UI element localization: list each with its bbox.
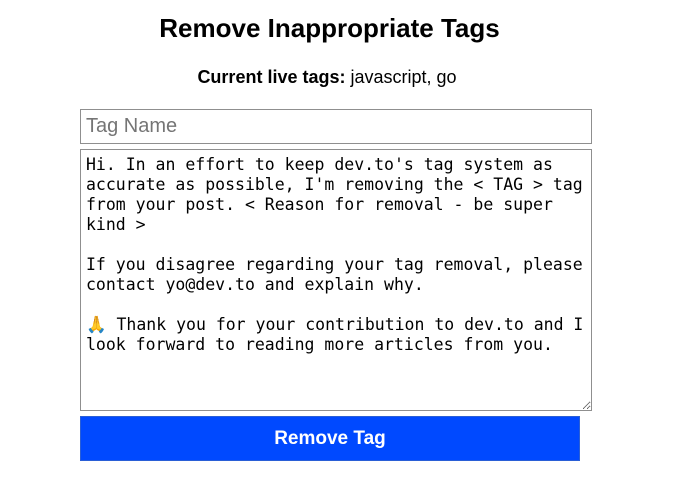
live-tags-label: Current live tags:: [197, 67, 346, 87]
removal-message-textarea[interactable]: Hi. In an effort to keep dev.to's tag sy…: [80, 149, 592, 411]
tag-name-input[interactable]: [80, 109, 592, 144]
remove-tag-button[interactable]: Remove Tag: [80, 416, 580, 461]
current-live-tags: Current live tags: javascript, go: [0, 66, 654, 88]
page-title: Remove Inappropriate Tags: [159, 13, 500, 43]
live-tags-value: javascript, go: [350, 67, 457, 87]
